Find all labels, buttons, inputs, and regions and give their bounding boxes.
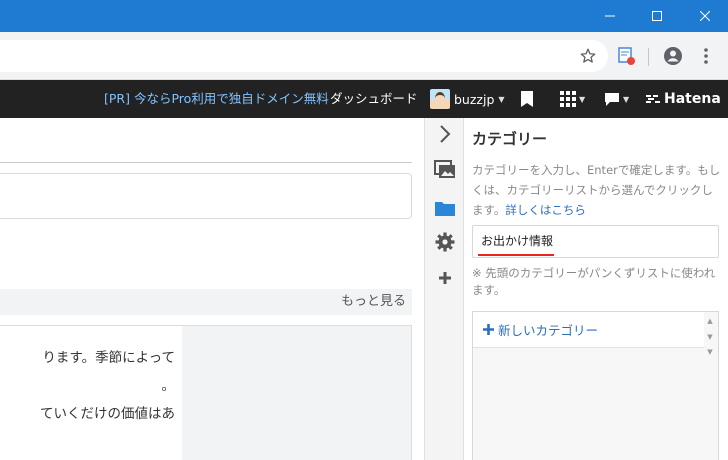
chevron-right-icon (440, 125, 451, 143)
bookmark-star-button[interactable] (576, 44, 600, 68)
browser-toolbar (0, 32, 728, 80)
new-category-label: 新しいカテゴリー (498, 323, 599, 338)
toolbar-divider (648, 48, 649, 66)
content-text: ります。季節によって 。 ていくだけの価値はあ (0, 344, 175, 428)
account-icon (664, 47, 682, 65)
chat-bubble-icon (605, 93, 619, 106)
close-window-button[interactable] (682, 0, 728, 32)
extension-button[interactable] (614, 44, 638, 68)
panel-title: カテゴリー (472, 130, 548, 148)
chevron-down-icon: ▼ (498, 94, 505, 104)
content-line: 。 (161, 378, 176, 394)
title-divider (0, 162, 412, 163)
add-tool-button[interactable] (433, 266, 457, 290)
scroll-up-arrow[interactable]: ▲ (705, 316, 715, 326)
address-bar[interactable] (0, 40, 608, 72)
more-link[interactable]: もっと見る (341, 289, 406, 315)
notifications-button[interactable]: ▼ (604, 89, 629, 109)
content-line: ていくだけの価値はあ (40, 406, 175, 422)
minimize-icon (605, 15, 615, 17)
folder-icon (435, 202, 455, 216)
hatena-logo[interactable]: Hatena (646, 80, 721, 118)
sidebar-rail (424, 118, 464, 460)
account-button[interactable] (661, 44, 685, 68)
content-line: ります。季節によって (42, 350, 175, 366)
image-tool-button[interactable] (433, 158, 457, 182)
image-icon (434, 160, 455, 178)
chevron-down-icon: ▼ (579, 94, 586, 104)
plus-icon (439, 272, 451, 284)
hatena-logo-text: Hatena (664, 91, 721, 107)
browser-menu-button[interactable] (694, 44, 718, 68)
window-titlebar (0, 0, 728, 32)
apps-menu-button[interactable]: ▼ (560, 89, 585, 109)
username: buzzjp (454, 91, 495, 107)
collapse-panel-button[interactable] (433, 122, 457, 146)
more-row: もっと見る (0, 289, 412, 315)
new-category-button[interactable]: 新しいカテゴリー (473, 312, 704, 348)
bookmark-button[interactable] (521, 89, 533, 109)
ime-underline (478, 254, 554, 256)
category-list[interactable]: 新しいカテゴリー ▲ ▼ ▼ (472, 311, 719, 460)
settings-tool-button[interactable] (433, 230, 457, 254)
content-sidebar-area (182, 326, 411, 460)
star-icon (580, 48, 596, 63)
user-menu[interactable]: buzzjp ▼ (430, 89, 505, 109)
dashboard-link[interactable]: ダッシュボード (330, 80, 418, 118)
scroll-down-arrow[interactable]: ▼ (705, 348, 715, 358)
avatar (430, 89, 450, 109)
breadcrumb-note: ※ 先頭のカテゴリーがパンくずリストに使われます。 (472, 266, 716, 297)
maximize-icon (652, 11, 662, 21)
category-panel: カテゴリー カテゴリーを入力し、Enterで確定します。もしくは、カテゴリーリス… (464, 118, 728, 460)
minimize-button[interactable] (587, 0, 633, 32)
plus-icon (483, 324, 494, 335)
editor-main: もっと見る ります。季節によって 。 ていくだけの価値はあ (0, 118, 424, 460)
chevron-down-icon: ▼ (623, 94, 630, 104)
panel-description: カテゴリーを入力し、Enterで確定します。もしくは、カテゴリーリストから選んで… (472, 160, 722, 220)
grid-icon (560, 91, 576, 107)
close-icon (700, 11, 710, 21)
content-preview: ります。季節によって 。 ていくだけの価値はあ (0, 325, 412, 460)
maximize-button[interactable] (634, 0, 680, 32)
more-vertical-icon (704, 48, 708, 64)
bookmark-icon (521, 91, 533, 107)
extension-icon (618, 47, 635, 65)
category-tool-button[interactable] (433, 196, 457, 220)
pr-link[interactable]: [PR] 今ならPro利用で独自ドメイン無料 (104, 80, 329, 118)
editor-input-box[interactable] (0, 173, 412, 219)
hatena-header-bar: [PR] 今ならPro利用で独自ドメイン無料 ダッシュボード buzzjp ▼ … (0, 80, 728, 118)
scroll-down-arrow[interactable]: ▼ (705, 332, 715, 342)
gear-icon (435, 232, 455, 252)
hatena-logo-icon (646, 95, 660, 103)
help-link[interactable]: 詳しくはこちら (505, 203, 586, 217)
